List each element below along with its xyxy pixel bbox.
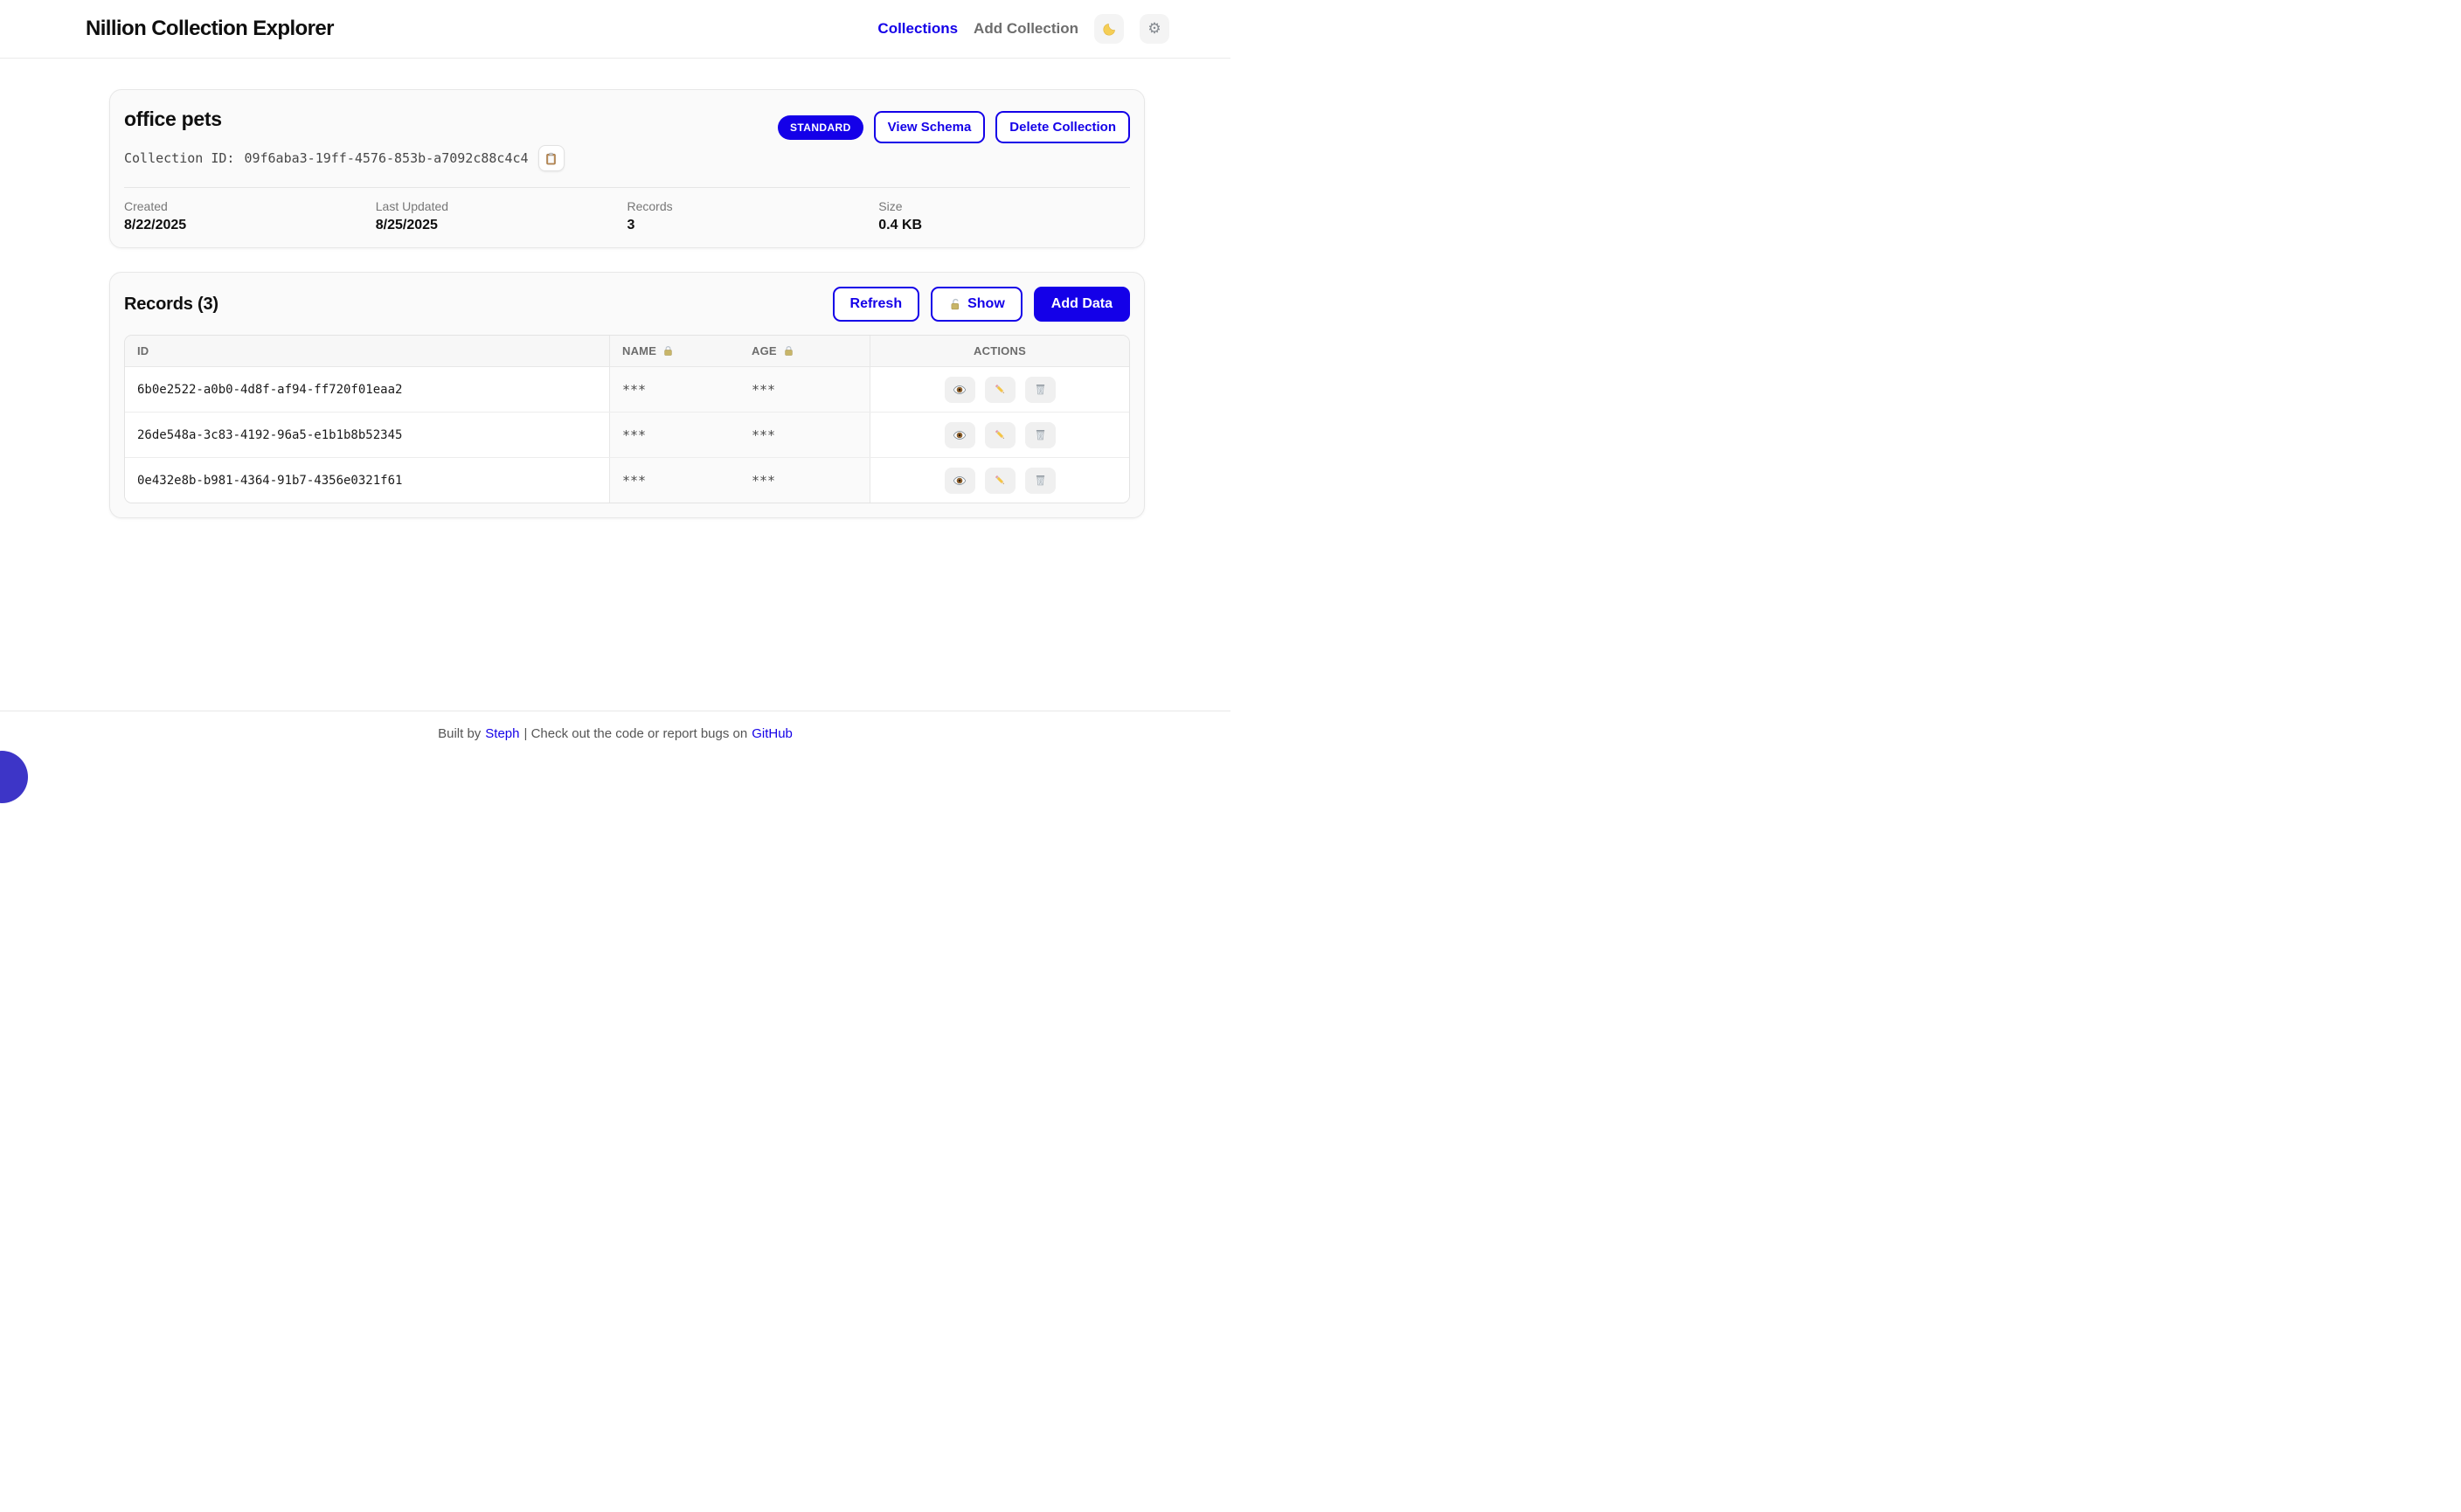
record-age-cell-masked: *** [739, 413, 870, 457]
stat-value: 0.4 KB [878, 218, 1130, 233]
stat-size: Size 0.4 KB [878, 199, 1130, 233]
pencil-icon [994, 383, 1007, 396]
github-link[interactable]: GitHub [752, 726, 793, 741]
trash-icon [1034, 383, 1047, 396]
app-title: Nillion Collection Explorer [86, 17, 334, 41]
view-schema-button[interactable]: View Schema [874, 111, 986, 143]
stat-last-updated: Last Updated 8/25/2025 [376, 199, 627, 233]
app-footer: Built by Steph | Check out the code or r… [0, 711, 1230, 756]
edit-record-button[interactable] [985, 468, 1016, 494]
collection-identity: office pets Collection ID: 09f6aba3-19ff… [124, 108, 565, 171]
app-header: Nillion Collection Explorer Collections … [0, 0, 1230, 59]
lock-icon [783, 345, 794, 357]
delete-record-button[interactable] [1025, 422, 1056, 448]
stat-value: 8/25/2025 [376, 218, 627, 233]
stat-value: 8/22/2025 [124, 218, 376, 233]
column-header-age: AGE [739, 336, 870, 366]
gear-icon: ⚙ [1147, 22, 1161, 37]
nav-collections[interactable]: Collections [877, 20, 958, 38]
record-actions-cell [870, 367, 1129, 412]
table-row: 0e432e8b-b981-4364-91b7-4356e0321f61 ***… [125, 458, 1129, 503]
collection-name: office pets [124, 108, 565, 131]
unlock-icon [948, 298, 961, 311]
pencil-icon [994, 474, 1007, 487]
collection-id-value: 09f6aba3-19ff-4576-853b-a7092c88c4c4 [244, 150, 528, 166]
footer-text: Built by [438, 726, 481, 741]
moon-icon [1102, 22, 1117, 37]
delete-record-button[interactable] [1025, 468, 1056, 494]
main-content: office pets Collection ID: 09f6aba3-19ff… [109, 89, 1145, 518]
record-id-cell: 26de548a-3c83-4192-96a5-e1b1b8b52345 [125, 413, 609, 457]
stat-label: Size [878, 199, 1130, 213]
show-values-label: Show [967, 296, 1005, 312]
eye-icon [953, 474, 967, 488]
footer-text: | Check out the code or report bugs on [524, 726, 748, 741]
edit-record-button[interactable] [985, 422, 1016, 448]
table-row: 26de548a-3c83-4192-96a5-e1b1b8b52345 ***… [125, 413, 1129, 458]
column-label: AGE [752, 344, 777, 357]
trash-icon [1034, 428, 1047, 441]
delete-collection-button[interactable]: Delete Collection [995, 111, 1130, 143]
collection-card-actions: STANDARD View Schema Delete Collection [778, 111, 1130, 143]
collection-id-row: Collection ID: 09f6aba3-19ff-4576-853b-a… [124, 145, 565, 171]
eye-icon [953, 383, 967, 397]
stat-label: Last Updated [376, 199, 627, 213]
edit-record-button[interactable] [985, 377, 1016, 403]
copy-collection-id-button[interactable] [538, 145, 565, 171]
records-table-body: 6b0e2522-a0b0-4d8f-af94-ff720f01eaa2 ***… [125, 367, 1129, 503]
collection-type-badge: STANDARD [778, 115, 863, 140]
record-actions-cell [870, 458, 1129, 503]
records-card: Records (3) Refresh Show Add Data [109, 272, 1145, 518]
record-name-cell-masked: *** [609, 413, 739, 457]
settings-button[interactable]: ⚙ [1140, 14, 1169, 44]
delete-record-button[interactable] [1025, 377, 1056, 403]
record-id-cell: 0e432e8b-b981-4364-91b7-4356e0321f61 [125, 458, 609, 503]
stat-created: Created 8/22/2025 [124, 199, 376, 233]
pencil-icon [994, 428, 1007, 441]
records-table-head: ID NAME AGE [125, 336, 1129, 367]
stat-records: Records 3 [627, 199, 879, 233]
header-nav: Collections Add Collection ⚙ [877, 14, 1169, 44]
record-name-cell-masked: *** [609, 458, 739, 503]
column-header-name: NAME [609, 336, 739, 366]
collection-card-header: office pets Collection ID: 09f6aba3-19ff… [124, 108, 1130, 171]
trash-icon [1034, 474, 1047, 487]
corner-widget-bubble[interactable] [0, 751, 28, 803]
add-data-button[interactable]: Add Data [1034, 287, 1130, 322]
column-label: ID [137, 344, 149, 357]
view-record-button[interactable] [945, 422, 975, 448]
show-values-button[interactable]: Show [931, 287, 1023, 322]
record-id-cell: 6b0e2522-a0b0-4d8f-af94-ff720f01eaa2 [125, 367, 609, 412]
records-table: ID NAME AGE [124, 335, 1130, 503]
lock-icon [662, 345, 674, 357]
column-label: NAME [622, 344, 656, 357]
view-record-button[interactable] [945, 468, 975, 494]
record-age-cell-masked: *** [739, 458, 870, 503]
record-actions-cell [870, 413, 1129, 457]
nav-add-collection[interactable]: Add Collection [974, 20, 1078, 38]
stat-value: 3 [627, 218, 879, 233]
records-actions: Refresh Show Add Data [833, 287, 1130, 322]
records-title: Records (3) [124, 295, 218, 315]
record-age-cell-masked: *** [739, 367, 870, 412]
column-header-actions: ACTIONS [870, 336, 1129, 366]
clipboard-icon [544, 152, 558, 165]
theme-toggle-button[interactable] [1094, 14, 1124, 44]
refresh-button[interactable]: Refresh [833, 287, 920, 322]
collection-stats: Created 8/22/2025 Last Updated 8/25/2025… [124, 187, 1130, 233]
eye-icon [953, 428, 967, 442]
author-link[interactable]: Steph [485, 726, 519, 741]
record-name-cell-masked: *** [609, 367, 739, 412]
stat-label: Created [124, 199, 376, 213]
column-label: ACTIONS [974, 344, 1026, 357]
collection-id-label: Collection ID: [124, 150, 234, 166]
table-row: 6b0e2522-a0b0-4d8f-af94-ff720f01eaa2 ***… [125, 367, 1129, 413]
collection-card: office pets Collection ID: 09f6aba3-19ff… [109, 89, 1145, 248]
stat-label: Records [627, 199, 879, 213]
column-header-id: ID [125, 336, 609, 366]
records-header: Records (3) Refresh Show Add Data [124, 287, 1130, 322]
view-record-button[interactable] [945, 377, 975, 403]
